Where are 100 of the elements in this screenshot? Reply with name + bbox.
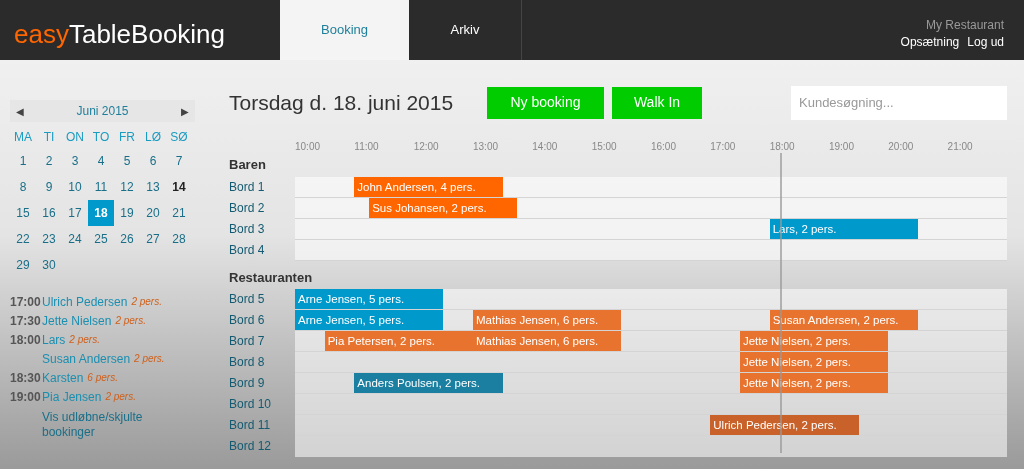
weekday-label: ON: [65, 129, 85, 146]
booking-block[interactable]: Susan Andersen, 2 pers.: [769, 310, 918, 330]
table-label: Bord 10: [229, 396, 273, 413]
table-label: Bord 12: [229, 438, 273, 455]
calendar-day[interactable]: 30: [36, 252, 62, 278]
section-title: Restauranten: [229, 270, 314, 286]
hour-label: 19:00: [828, 139, 855, 154]
table-label: Bord 1: [229, 179, 266, 196]
calendar-day[interactable]: 14: [166, 174, 192, 200]
date-title: Torsdag d. 18. juni 2015: [229, 89, 455, 116]
booking-link[interactable]: Ulrich Pedersen: [42, 292, 128, 311]
calendar-day[interactable]: 9: [36, 174, 62, 200]
prev-month-button[interactable]: ◀: [16, 103, 24, 119]
booking-link[interactable]: Jette Nielsen: [42, 311, 112, 330]
calendar-day[interactable]: 11: [88, 174, 114, 200]
calendar-day[interactable]: 10: [62, 174, 88, 200]
search-field[interactable]: Kundesøgning...: [791, 85, 1007, 120]
calendar-day[interactable]: 18: [88, 200, 114, 226]
calendar-day[interactable]: 25: [88, 226, 114, 252]
calendar-day[interactable]: 1: [10, 148, 36, 174]
hour-label: 14:00: [532, 139, 559, 154]
calendar-day[interactable]: 15: [10, 200, 36, 226]
calendar-day[interactable]: 26: [114, 226, 140, 252]
account-link[interactable]: Opsætning: [900, 34, 960, 51]
nav-tab[interactable]: Arkiv: [409, 0, 522, 60]
show-hidden-link[interactable]: Vis udløbne/skjulte bookinger: [42, 410, 152, 440]
guest-count: 2 pers.: [69, 333, 100, 347]
guest-count: 6 pers.: [87, 371, 118, 385]
restaurant-name: My Restaurant: [925, 17, 1004, 34]
calendar-day[interactable]: 24: [62, 226, 88, 252]
table-label: Bord 9: [229, 375, 266, 392]
table-label: Bord 4: [229, 242, 266, 259]
booking-time: 17:30: [10, 313, 41, 328]
hour-label: 18:00: [769, 139, 796, 154]
calendar-day[interactable]: 27: [140, 226, 166, 252]
calendar-day[interactable]: 19: [114, 200, 140, 226]
booking-block[interactable]: Jette Nielsen, 2 pers.: [739, 352, 889, 372]
booking-time: 18:00: [10, 332, 41, 347]
weekday-label: MA: [13, 129, 33, 146]
guest-count: 2 pers.: [115, 314, 146, 328]
guest-count: 2 pers.: [131, 295, 162, 309]
guest-count: 2 pers.: [134, 352, 165, 366]
account-link[interactable]: Log ud: [967, 34, 1004, 51]
booking-block[interactable]: Arne Jensen, 5 pers.: [295, 289, 444, 309]
booking-block[interactable]: Jette Nielsen, 2 pers.: [739, 331, 889, 351]
calendar-day[interactable]: 5: [114, 148, 140, 174]
calendar-day[interactable]: 22: [10, 226, 36, 252]
calendar-day[interactable]: 8: [10, 174, 36, 200]
calendar-day[interactable]: 16: [36, 200, 62, 226]
calendar-day[interactable]: 23: [36, 226, 62, 252]
weekday-label: LØ: [144, 129, 162, 146]
booking-block[interactable]: Sus Johansen, 2 pers.: [369, 198, 518, 218]
hour-label: 16:00: [650, 139, 677, 154]
calendar-day[interactable]: 13: [140, 174, 166, 200]
booking-block[interactable]: Lars, 2 pers.: [769, 219, 918, 239]
next-month-button[interactable]: ▶: [181, 103, 189, 119]
weekday-label: FR: [118, 129, 136, 146]
hour-label: 13:00: [473, 139, 499, 154]
table-label: Bord 3: [229, 221, 266, 238]
table-label: Bord 2: [229, 200, 266, 217]
booking-block[interactable]: Anders Poulsen, 2 pers.: [354, 373, 503, 393]
table-label: Bord 11: [229, 417, 272, 434]
table-label: Bord 8: [229, 354, 266, 371]
calendar-day[interactable]: 29: [10, 252, 36, 278]
hour-label: 17:00: [710, 139, 737, 154]
section-title: Baren: [229, 157, 267, 173]
calendar-day[interactable]: 17: [62, 200, 88, 226]
calendar-day[interactable]: 12: [114, 174, 140, 200]
booking-block[interactable]: Jette Nielsen, 2 pers.: [739, 373, 889, 393]
logo[interactable]: easyTableBooking: [0, 0, 280, 60]
weekday-label: TI: [42, 129, 56, 146]
hour-label: 10:00: [295, 139, 322, 154]
booking-time: 19:00: [10, 389, 41, 404]
calendar-day[interactable]: 20: [140, 200, 166, 226]
hour-label: 11:00: [354, 139, 380, 154]
booking-block[interactable]: Pia Petersen, 2 pers.: [324, 331, 473, 351]
guest-count: 2 pers.: [105, 390, 136, 404]
table-label: Bord 5: [229, 291, 266, 308]
booking-block[interactable]: Ulrich Pedersen, 2 pers.: [710, 415, 859, 435]
table-label: Bord 6: [229, 312, 266, 329]
hour-label: 15:00: [591, 139, 618, 154]
nav-tab[interactable]: Booking: [280, 0, 409, 60]
booking-block[interactable]: Arne Jensen, 5 pers.: [295, 310, 444, 330]
table-label: Bord 7: [229, 333, 266, 350]
booking-time: 18:30: [10, 370, 41, 385]
calendar-day[interactable]: 6: [140, 148, 166, 174]
calendar-day[interactable]: 4: [88, 148, 114, 174]
booking-block[interactable]: John Andersen, 4 pers.: [354, 177, 503, 197]
calendar-day[interactable]: 7: [166, 148, 192, 174]
calendar-day[interactable]: 21: [166, 200, 192, 226]
hour-label: 12:00: [413, 139, 440, 154]
booking-block[interactable]: Mathias Jensen, 6 pers.: [473, 331, 622, 351]
booking-block[interactable]: Mathias Jensen, 6 pers.: [473, 310, 622, 330]
hour-label: 20:00: [888, 139, 915, 154]
booking-time: 17:00: [10, 294, 41, 309]
calendar-day[interactable]: 3: [62, 148, 88, 174]
calendar-day[interactable]: 28: [166, 226, 192, 252]
weekday-label: TO: [91, 129, 111, 146]
calendar-day[interactable]: 2: [36, 148, 62, 174]
weekday-label: SØ: [169, 129, 189, 146]
